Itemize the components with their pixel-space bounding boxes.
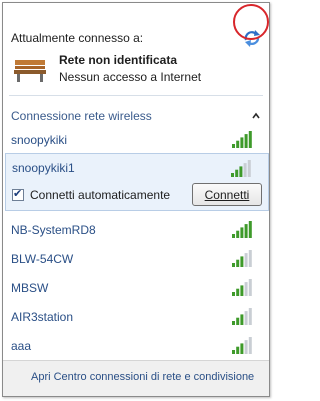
- signal-bar: [232, 234, 235, 238]
- signal-bar: [244, 224, 248, 238]
- network-item-mbsw[interactable]: MBSW: [3, 275, 269, 303]
- current-network-title: Rete non identificata: [59, 53, 178, 67]
- signal-strength-icon: [232, 337, 252, 354]
- signal-bar: [232, 350, 235, 354]
- signal-bar: [240, 285, 244, 296]
- signal-bar: [236, 140, 240, 148]
- wireless-section-header[interactable]: Connessione rete wireless: [11, 109, 267, 129]
- signal-strength-icon: [232, 221, 252, 238]
- network-item-aaa[interactable]: aaa: [3, 333, 269, 361]
- signal-bar: [236, 346, 240, 354]
- network-name: AIR3station: [11, 310, 74, 324]
- signal-bar: [232, 144, 235, 148]
- signal-bar: [244, 340, 248, 354]
- chevron-up-icon[interactable]: [251, 111, 261, 121]
- network-name: BLW-54CW: [11, 252, 74, 266]
- refresh-networks-button[interactable]: [241, 27, 263, 49]
- unidentified-network-icon: [14, 60, 46, 82]
- network-name: MBSW: [11, 281, 49, 295]
- checkmark-icon: ✔: [13, 188, 23, 200]
- network-name: aaa: [11, 339, 32, 353]
- signal-bar: [236, 230, 240, 238]
- signal-bar: [236, 259, 240, 267]
- auto-connect-label: Connetti automaticamente: [30, 188, 171, 202]
- signal-strength-icon: [232, 308, 252, 325]
- signal-strength-icon: [231, 160, 251, 177]
- network-name: NB-SystemRD8: [11, 223, 96, 237]
- signal-bar: [232, 321, 235, 325]
- connected-header: Attualmente connesso a:: [11, 31, 144, 45]
- network-item-blw-54cw[interactable]: BLW-54CW: [3, 246, 269, 274]
- open-network-center-link[interactable]: Apri Centro connessioni di rete e condiv…: [31, 371, 254, 383]
- signal-bar: [244, 311, 248, 325]
- signal-bar: [248, 250, 252, 267]
- signal-bar: [244, 282, 248, 296]
- signal-bar: [248, 221, 252, 238]
- network-item-snoopykiki[interactable]: snoopykiki: [3, 127, 269, 155]
- signal-bar: [232, 263, 235, 267]
- refresh-icon: [244, 30, 260, 47]
- signal-bar: [243, 163, 247, 177]
- connect-button[interactable]: Connetti: [192, 183, 262, 206]
- signal-bar: [240, 137, 244, 148]
- signal-bar: [240, 256, 244, 267]
- network-item-air3station[interactable]: AIR3station: [3, 304, 269, 332]
- auto-connect-row[interactable]: ✔ Connetti automaticamente: [12, 188, 192, 204]
- signal-bar: [239, 166, 243, 177]
- signal-bar: [244, 253, 248, 267]
- signal-bar: [244, 134, 248, 148]
- signal-bar: [236, 317, 240, 325]
- signal-strength-icon: [232, 279, 252, 296]
- signal-bar: [248, 279, 252, 296]
- signal-bar: [248, 308, 252, 325]
- signal-bar: [235, 169, 239, 177]
- network-name: snoopykiki1: [12, 161, 75, 175]
- signal-bar: [236, 288, 240, 296]
- current-network-status: Nessun accesso a Internet: [59, 70, 202, 84]
- signal-bar: [240, 227, 244, 238]
- signal-bar: [247, 160, 251, 177]
- signal-bar: [240, 343, 244, 354]
- signal-bar: [240, 314, 244, 325]
- signal-strength-icon: [232, 250, 252, 267]
- network-item-nb-systemrd8[interactable]: NB-SystemRD8: [3, 217, 269, 245]
- signal-strength-icon: [232, 131, 252, 148]
- footer: Apri Centro connessioni di rete e condiv…: [3, 360, 269, 396]
- signal-bar: [231, 173, 234, 177]
- signal-bar: [248, 337, 252, 354]
- divider: [9, 95, 263, 96]
- network-item-snoopykiki1-selected[interactable]: snoopykiki1 ✔ Connetti automaticamente C…: [5, 153, 269, 211]
- network-name: snoopykiki: [11, 133, 68, 147]
- signal-bar: [248, 131, 252, 148]
- signal-bar: [232, 292, 235, 296]
- auto-connect-checkbox[interactable]: ✔: [12, 188, 24, 201]
- current-network: Rete non identificata Nessun accesso a I…: [13, 53, 253, 89]
- network-flyout: Attualmente connesso a: Rete non identif…: [2, 2, 270, 397]
- section-label: Connessione rete wireless: [11, 109, 152, 123]
